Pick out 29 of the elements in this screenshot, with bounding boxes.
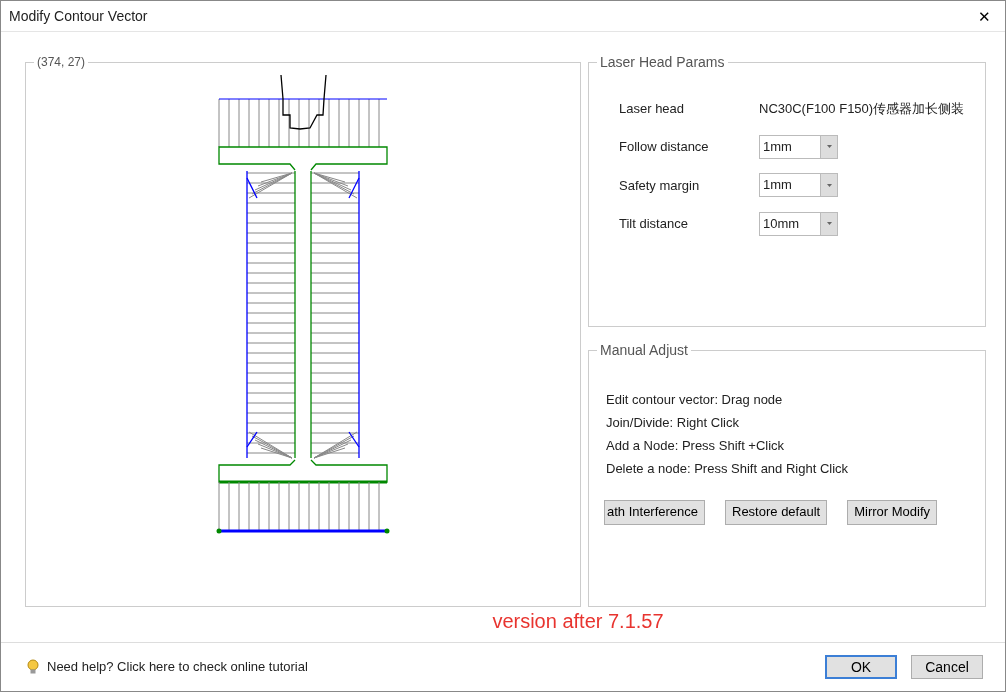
action-button[interactable]: Restore default [725, 499, 828, 525]
laser-head-value: NC30C(F100 F150)传感器加长侧装 [759, 99, 965, 118]
window-title: Modify Contour Vector [9, 6, 148, 26]
ok-button[interactable]: OK [825, 655, 897, 679]
dropdown-arrow-icon [826, 222, 832, 226]
action-button[interactable]: ath Interference [604, 499, 705, 525]
close-button[interactable]: ✕ [972, 8, 997, 24]
field-label: Tilt distance [619, 215, 689, 233]
instruction-text: Delete a node: Press Shift and Right Click [606, 459, 850, 478]
dropdown-arrow-icon [826, 183, 832, 187]
dropdown[interactable]: 1mm [759, 173, 838, 198]
field-label: Follow distance [619, 138, 710, 156]
contour-drawing[interactable] [216, 74, 390, 534]
action-button[interactable]: Mirror Modify [847, 499, 937, 525]
dropdown-arrow-icon [826, 145, 832, 149]
field-label: Safety margin [619, 176, 701, 195]
field-label: Laser head [619, 99, 686, 118]
coordinates-label: (374, 27) [34, 54, 89, 70]
version-note: version after 7.1.57 [491, 609, 665, 634]
dropdown[interactable]: 10mm [759, 211, 838, 236]
dropdown[interactable]: 1mm [759, 134, 838, 159]
panel-title: Manual Adjust [597, 341, 691, 358]
instruction-text: Join/Divide: Right Click [606, 413, 740, 432]
panel-title: Laser Head Params [597, 54, 728, 70]
help-link[interactable]: Need help? Click here to check online tutorial [27, 657, 308, 677]
cancel-button[interactable]: Cancel [911, 655, 983, 679]
instruction-text: Add a Node: Press Shift +Click [606, 436, 786, 455]
instruction-text: Edit contour vector: Drag node [606, 390, 784, 409]
lightbulb-icon [27, 659, 39, 675]
